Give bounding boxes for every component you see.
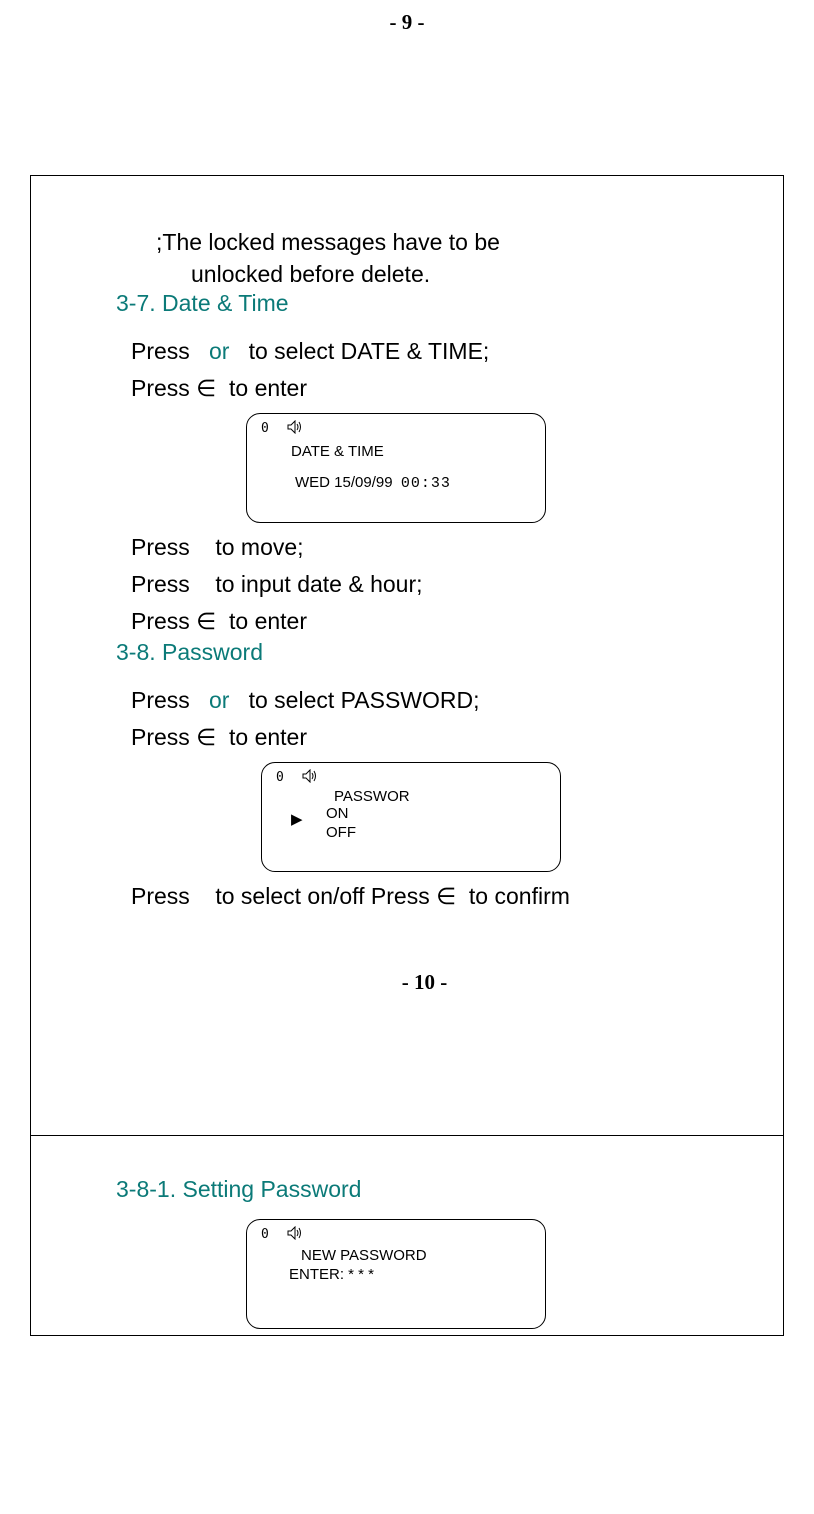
instr-37-move: Press to move;	[131, 529, 733, 566]
instr-37-move-tail: to move;	[215, 534, 303, 560]
lcd-password-title: PASSWOR	[334, 788, 546, 805]
instr-37-enter2: Press ∈ to enter	[131, 603, 733, 640]
instr-38-select-tail: to select PASSWORD;	[249, 687, 480, 713]
speaker-icon	[287, 1226, 303, 1243]
lcd-date-part: WED 15/09/99	[295, 474, 393, 491]
section-3-8-heading: 3-8. Password	[116, 639, 733, 666]
lcd-status-icons: 0	[261, 420, 531, 437]
page-number-mid: - 10 -	[116, 970, 733, 995]
section-3-8-1-heading: 3-8-1. Setting Password	[116, 1176, 733, 1203]
press-enter-b3: to enter	[229, 724, 307, 750]
lcd-status-icons: 0	[261, 1226, 531, 1243]
or-word: or	[209, 338, 229, 364]
lcd-option-on: ON	[326, 805, 546, 824]
note-line-2: unlocked before delete.	[191, 258, 733, 290]
lcd-status-icons: 0	[276, 769, 546, 786]
lcd-enter-value: ENTER: * * *	[289, 1266, 531, 1283]
lcd-datetime-title: DATE & TIME	[291, 443, 531, 460]
press-enter-a: Press ∈	[131, 375, 216, 401]
instr-37-input-tail: to input date & hour;	[215, 571, 422, 597]
lcd-screen-datetime: 0 DATE & TIME WED 15/09/99 00:33	[246, 413, 546, 523]
selection-arrow-icon: ▶	[291, 811, 303, 830]
instr-37-select: Press or to select DATE & TIME;	[131, 333, 733, 370]
instr-38-confirm: Press to select on/off Press ∈ to confir…	[131, 878, 733, 915]
section-3-7-heading: 3-7. Date & Time	[116, 290, 733, 317]
page-frame: ;The locked messages have to be unlocked…	[30, 175, 784, 1336]
press-word: Press	[131, 687, 190, 713]
lcd-datetime-value: WED 15/09/99 00:33	[295, 474, 531, 492]
speaker-icon	[302, 769, 318, 786]
content-section-2: 3-8-1. Setting Password 0 NEW PASSWORD E…	[31, 1136, 783, 1329]
battery-icon: 0	[261, 421, 269, 436]
lcd-password-options: ▶ ON OFF	[326, 805, 546, 843]
page-number-top: - 9 -	[0, 0, 814, 45]
press-word: Press	[131, 883, 190, 909]
press-enter-a2: Press ∈	[131, 608, 216, 634]
battery-icon: 0	[276, 770, 284, 785]
lcd-time-part: 00:33	[401, 475, 451, 492]
instr-37-input: Press to input date & hour;	[131, 566, 733, 603]
press-enter-b2: to enter	[229, 608, 307, 634]
or-word: or	[209, 687, 229, 713]
lcd-screen-new-password: 0 NEW PASSWORD ENTER: * * *	[246, 1219, 546, 1329]
note-line-1: ;The locked messages have to be	[156, 226, 733, 258]
press-enter-b: to enter	[229, 375, 307, 401]
lcd-option-off: OFF	[326, 824, 546, 843]
battery-icon: 0	[261, 1227, 269, 1242]
instr-37-select-tail: to select DATE & TIME;	[249, 338, 490, 364]
content-section: ;The locked messages have to be unlocked…	[31, 226, 783, 995]
instr-38-confirm-mid: to select on/off Press ∈	[215, 883, 456, 909]
press-enter-a3: Press ∈	[131, 724, 216, 750]
lcd-screen-password: 0 PASSWOR ▶ ON OFF	[261, 762, 561, 872]
lcd-new-password-title: NEW PASSWORD	[301, 1247, 531, 1264]
press-word: Press	[131, 534, 190, 560]
press-word: Press	[131, 338, 190, 364]
instr-37-enter: Press ∈ to enter	[131, 370, 733, 407]
press-word: Press	[131, 571, 190, 597]
instr-38-enter: Press ∈ to enter	[131, 719, 733, 756]
instr-38-select: Press or to select PASSWORD;	[131, 682, 733, 719]
instr-38-confirm-tail: to confirm	[469, 883, 570, 909]
speaker-icon	[287, 420, 303, 437]
